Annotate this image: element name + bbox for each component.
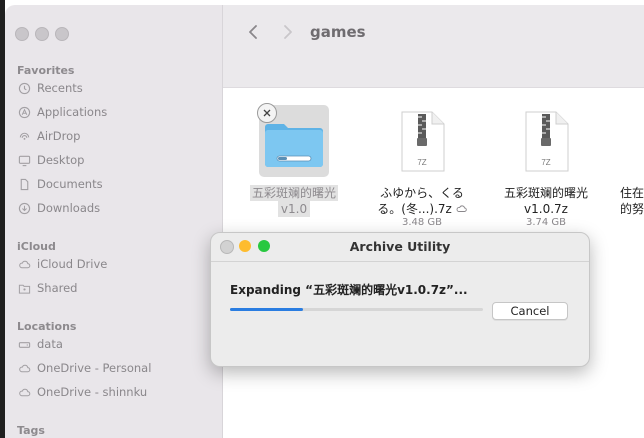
sidebar-section-favorites: Favorites <box>17 64 75 77</box>
sidebar-item-onedrive-shinnku[interactable]: OneDrive - shinnku <box>17 382 217 402</box>
cancel-button[interactable]: Cancel <box>492 302 568 320</box>
sidebar-item-label: OneDrive - shinnku <box>37 385 148 399</box>
file-name: v1.0.7z <box>524 202 568 216</box>
forward-button[interactable] <box>278 21 298 43</box>
cloud-icon <box>17 257 31 271</box>
desktop-icon <box>17 153 31 167</box>
sidebar-section-tags: Tags <box>17 424 45 437</box>
archive-file-icon: 7Z <box>525 111 569 172</box>
window-close-button[interactable] <box>15 27 29 41</box>
sidebar-item-label: Recents <box>37 81 83 95</box>
close-icon <box>263 109 271 117</box>
sidebar-section-locations: Locations <box>17 320 77 333</box>
file-selection-highlight <box>257 103 329 177</box>
airdrop-icon <box>17 129 31 143</box>
window-minimize-button[interactable] <box>35 27 49 41</box>
file-name: ふゆから、くる <box>380 186 464 200</box>
file-name: 的努 <box>620 202 644 216</box>
toolbar: games <box>223 5 644 88</box>
sidebar-item-label: iCloud Drive <box>37 257 108 271</box>
sidebar-item-desktop[interactable]: Desktop <box>17 150 217 170</box>
sidebar-item-label: OneDrive - Personal <box>37 361 152 375</box>
progress-bar-fill <box>230 308 304 311</box>
applications-icon <box>17 105 31 119</box>
sidebar-item-downloads[interactable]: Downloads <box>17 198 217 218</box>
sidebar-item-label: AirDrop <box>37 129 81 143</box>
file-item-partial[interactable]: 住在 的努 <box>620 185 644 217</box>
sidebar-item-label: Shared <box>37 281 78 295</box>
file-name: 五彩斑斓的曙光 <box>249 185 338 201</box>
sidebar-item-label: Downloads <box>37 201 101 215</box>
sidebar-item-label: Applications <box>37 105 108 119</box>
archive-file-icon: 7Z <box>401 111 445 172</box>
cloud-icon <box>17 385 31 399</box>
sidebar-item-label: Desktop <box>37 153 85 167</box>
file-name: る。(冬...).7z <box>377 201 467 217</box>
back-button[interactable] <box>243 21 263 43</box>
chevron-left-icon <box>249 25 257 39</box>
archive-badge: 7Z <box>541 158 550 167</box>
clock-icon <box>17 81 31 95</box>
archive-badge: 7Z <box>417 158 426 167</box>
finder-window: Favorites Recents Applications AirDrop D… <box>5 5 644 438</box>
sidebar-item-recents[interactable]: Recents <box>17 78 217 98</box>
sidebar-item-data[interactable]: data <box>17 334 217 354</box>
download-icon <box>17 201 31 215</box>
expanding-message: Expanding “五彩斑斓的曙光v1.0.7z”... <box>230 283 468 297</box>
chevron-right-icon <box>284 25 292 39</box>
cloud-icon <box>17 361 31 375</box>
dialog-title: Archive Utility <box>349 239 451 254</box>
sidebar-item-label: Documents <box>37 177 103 191</box>
file-name: 五彩斑斓的曙光 <box>503 186 588 200</box>
dialog-divider <box>211 261 589 262</box>
sidebar-section-icloud: iCloud <box>17 240 56 253</box>
cloud-download-icon <box>456 205 467 212</box>
sidebar-item-documents[interactable]: Documents <box>17 174 217 194</box>
file-item-archive[interactable]: 7Z 五彩斑斓的曙光 v1.0.7z 3.74 GB <box>496 111 596 229</box>
file-name: v1.0 <box>277 201 311 217</box>
sidebar-item-airdrop[interactable]: AirDrop <box>17 126 217 146</box>
sidebar-item-applications[interactable]: Applications <box>17 102 217 122</box>
file-size: 3.48 GB <box>401 217 443 228</box>
shared-folder-icon <box>17 281 31 295</box>
folder-title: games <box>310 23 366 41</box>
folder-icon <box>265 124 323 167</box>
sidebar-item-onedrive-personal[interactable]: OneDrive - Personal <box>17 358 217 378</box>
sidebar-item-shared[interactable]: Shared <box>17 278 217 298</box>
file-name: 住在 <box>620 186 644 200</box>
progress-bar <box>230 308 483 311</box>
sidebar: Favorites Recents Applications AirDrop D… <box>5 5 223 438</box>
sidebar-item-label: data <box>37 337 63 351</box>
drive-icon <box>17 337 31 351</box>
file-item-archive[interactable]: 7Z ふゆから、くる る。(冬...).7z 3.48 GB <box>372 111 472 229</box>
archive-utility-dialog: Archive Utility Expanding “五彩斑斓的曙光v1.0.7… <box>210 232 590 367</box>
file-item-folder[interactable]: 五彩斑斓的曙光 v1.0 <box>244 103 344 217</box>
sidebar-item-icloud-drive[interactable]: iCloud Drive <box>17 254 217 274</box>
file-size: 3.74 GB <box>525 217 567 228</box>
document-icon <box>17 177 31 191</box>
window-zoom-button[interactable] <box>55 27 69 41</box>
